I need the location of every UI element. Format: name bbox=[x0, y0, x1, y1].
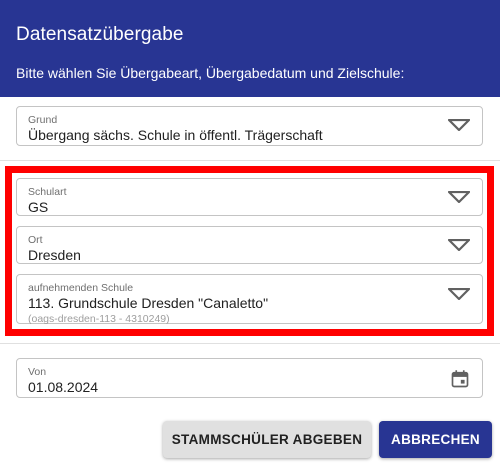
chevron-down-icon[interactable] bbox=[448, 119, 470, 131]
grund-select[interactable]: Grund Übergang sächs. Schule in öffentl.… bbox=[16, 106, 483, 146]
von-date-field[interactable]: Von 01.08.2024 bbox=[16, 358, 483, 398]
dialog-header: Datensatzübergabe Bitte wählen Sie Überg… bbox=[0, 0, 500, 97]
dialog-subtitle: Bitte wählen Sie Übergabeart, Übergabeda… bbox=[16, 65, 405, 81]
von-label: Von bbox=[28, 366, 47, 378]
calendar-icon[interactable] bbox=[450, 369, 470, 389]
divider bbox=[0, 343, 500, 344]
grund-value: Übergang sächs. Schule in öffentl. Träge… bbox=[28, 127, 323, 143]
abbrechen-button[interactable]: ABBRECHEN bbox=[379, 421, 492, 458]
von-value: 01.08.2024 bbox=[28, 379, 99, 395]
stammschueler-abgeben-button[interactable]: STAMMSCHÜLER ABGEBEN bbox=[163, 421, 371, 458]
dialog-title: Datensatzübergabe bbox=[16, 24, 184, 45]
divider bbox=[0, 160, 500, 161]
highlight-frame bbox=[5, 166, 494, 336]
grund-label: Grund bbox=[28, 114, 58, 126]
